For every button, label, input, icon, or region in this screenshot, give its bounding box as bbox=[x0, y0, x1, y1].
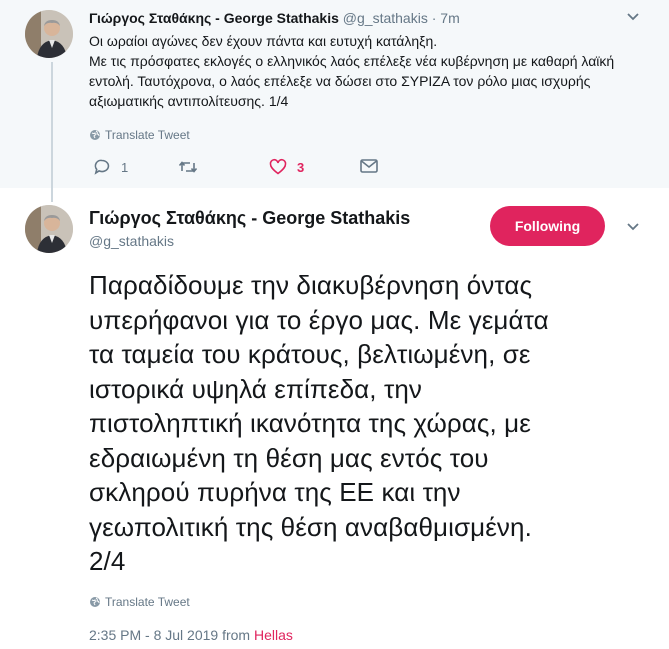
reply-button[interactable]: 1 bbox=[93, 158, 128, 176]
tweet-text-line: ιστορικά υψηλά επίπεδα, την bbox=[89, 373, 422, 404]
translate-label: Translate Tweet bbox=[105, 595, 190, 609]
tweet-text: Παραδίδουμε την διακυβέρνηση όντας υπερή… bbox=[89, 268, 659, 579]
tweet-text-line: Με τις πρόσφατες εκλογές ο ελληνικός λαό… bbox=[89, 53, 615, 109]
tweet-text-line: σκληρού πυρήνα της ΕΕ και την bbox=[89, 477, 461, 507]
globe-icon bbox=[89, 596, 101, 611]
tweet-text-line: γεωπολιτική της θέση αναβαθμισμένη. bbox=[89, 511, 532, 542]
translate-tweet-link[interactable]: Translate Tweet bbox=[89, 128, 190, 144]
like-button[interactable]: 3 bbox=[269, 158, 304, 176]
from-label: from bbox=[222, 627, 251, 643]
chevron-down-icon[interactable] bbox=[626, 10, 640, 29]
tweet-header: Γιώργος Σταθάκης - George Stathakis @g_s… bbox=[89, 10, 460, 26]
message-icon bbox=[360, 159, 378, 173]
avatar[interactable] bbox=[25, 205, 73, 253]
retweet-button[interactable] bbox=[178, 158, 198, 176]
translate-label: Translate Tweet bbox=[105, 128, 190, 142]
author-handle[interactable]: @g_stathakis bbox=[89, 233, 174, 249]
translate-tweet-link[interactable]: Translate Tweet bbox=[89, 595, 190, 611]
author-name[interactable]: Γιώργος Σταθάκης - George Stathakis bbox=[89, 208, 410, 229]
reply-count: 1 bbox=[121, 159, 129, 175]
separator: · bbox=[431, 10, 437, 26]
reply-icon bbox=[94, 159, 110, 175]
like-count: 3 bbox=[297, 159, 305, 175]
tweet-text-line: πιστοληπτική ικανότητα της χώρας, με bbox=[89, 408, 531, 438]
tweet-text-line: Παραδίδουμε την διακυβέρνηση όντας bbox=[89, 270, 533, 300]
avatar[interactable] bbox=[25, 10, 73, 58]
chevron-down-icon[interactable] bbox=[626, 220, 640, 239]
heart-icon bbox=[269, 158, 287, 175]
tweet-text-line: υπερήφανοι για το έργο μας. Με γεμάτα bbox=[89, 304, 549, 335]
retweet-icon bbox=[178, 161, 198, 173]
thread-line bbox=[51, 62, 53, 192]
direct-message-button[interactable] bbox=[359, 158, 379, 174]
tweet-text-line: 2/4 bbox=[89, 546, 126, 576]
globe-icon bbox=[89, 129, 101, 144]
following-button[interactable]: Following bbox=[490, 206, 605, 246]
parent-tweet[interactable]: Γιώργος Σταθάκης - George Stathakis @g_s… bbox=[0, 0, 669, 192]
author-handle[interactable]: @g_stathakis bbox=[343, 10, 428, 26]
timestamp-text[interactable]: 2:35 PM - 8 Jul 2019 bbox=[89, 627, 218, 643]
thread-line bbox=[51, 188, 53, 202]
author-name[interactable]: Γιώργος Σταθάκης - George Stathakis bbox=[89, 10, 339, 26]
tweet-text-line: τα ταμεία του κράτους, βελτιωμένη, σε bbox=[89, 339, 531, 369]
tweet-text-line: εδραιωμένη τη θέση μας εντός του bbox=[89, 442, 489, 473]
tweet-text: Οι ωραίοι αγώνες δεν έχουν πάντα και ευτ… bbox=[89, 31, 649, 111]
tweet-timestamp: 2:35 PM - 8 Jul 2019 from Hellas bbox=[89, 627, 293, 643]
tweet-time[interactable]: 7m bbox=[440, 10, 459, 26]
location-link[interactable]: Hellas bbox=[254, 627, 293, 643]
tweet-text-line: Οι ωραίοι αγώνες δεν έχουν πάντα και ευτ… bbox=[89, 33, 438, 49]
